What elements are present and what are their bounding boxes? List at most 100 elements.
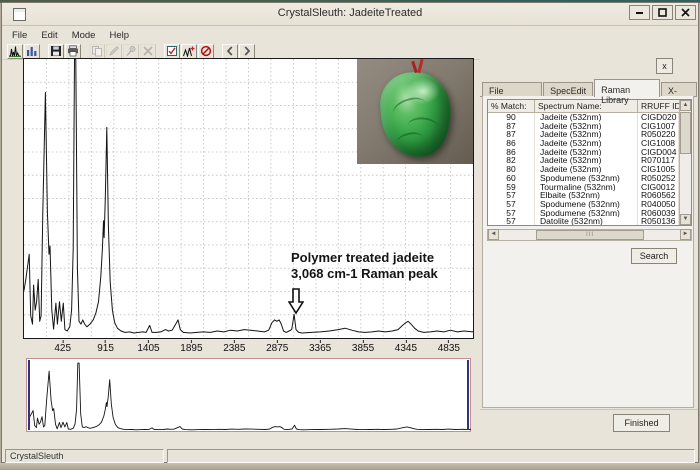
tick-label: 2385 bbox=[223, 343, 245, 354]
jadeite-pendant-photo bbox=[357, 59, 473, 164]
tick-label: 4835 bbox=[438, 343, 460, 354]
copy-icon bbox=[91, 45, 103, 57]
prev-arrow-button[interactable] bbox=[222, 44, 238, 59]
table-row[interactable]: 90Jadeite (532nm)CIGD020 bbox=[488, 113, 679, 122]
scroll-down-button[interactable]: ▼ bbox=[680, 214, 691, 225]
menu-item-edit[interactable]: Edit bbox=[34, 28, 64, 43]
rruff-id: CIG0012 bbox=[638, 183, 679, 192]
bar-chart-button[interactable] bbox=[24, 44, 40, 59]
jade-pendant-shape bbox=[377, 69, 454, 160]
horizontal-scroll-thumb[interactable]: III bbox=[536, 230, 644, 240]
maximize-button[interactable] bbox=[652, 5, 673, 20]
tab-specedit[interactable]: SpecEdit bbox=[543, 82, 593, 97]
maximize-icon bbox=[658, 8, 667, 17]
table-header: % Match:Spectrum Name:RRUFF ID: bbox=[488, 100, 691, 113]
vertical-scrollbar[interactable]: ▲ ▼ bbox=[679, 100, 691, 225]
match-percent: 57 bbox=[488, 209, 535, 218]
horizontal-scrollbar[interactable]: ◄ III ► bbox=[487, 229, 692, 241]
match-percent: 90 bbox=[488, 113, 535, 122]
x-tick-3365: 3365 bbox=[309, 340, 331, 354]
column-header[interactable]: % Match: bbox=[488, 100, 535, 112]
table-row[interactable]: 60Spodumene (532nm)R050252 bbox=[488, 174, 679, 183]
scroll-right-button[interactable]: ► bbox=[680, 229, 691, 240]
overview-spectrum[interactable] bbox=[26, 358, 471, 432]
table-row[interactable]: 57Datolite (532nm)R050136 bbox=[488, 217, 679, 225]
menu-item-mode[interactable]: Mode bbox=[65, 28, 103, 43]
pencil-button bbox=[106, 44, 122, 59]
down-arrow-icon bbox=[288, 288, 304, 315]
spectrum-name: Spodumene (532nm) bbox=[535, 209, 638, 218]
print-button[interactable] bbox=[65, 44, 81, 59]
table-row[interactable]: 87Jadeite (532nm)R050220 bbox=[488, 130, 679, 139]
chart-add-button[interactable] bbox=[181, 44, 197, 59]
x-axis: 42591514051895238528753365385543454835 bbox=[23, 340, 474, 355]
prev-arrow-icon bbox=[224, 45, 236, 57]
match-percent: 57 bbox=[488, 217, 535, 225]
app-window: CrystalSleuth: JadeiteTreated bbox=[1, 2, 699, 463]
main-spectrum-chart[interactable]: Polymer treated jadeite 3,068 cm-1 Raman… bbox=[23, 58, 474, 339]
spectrum-name: Jadeite (532nm) bbox=[535, 122, 638, 131]
match-percent: 60 bbox=[488, 174, 535, 183]
tab-x-ray[interactable]: X-Ray bbox=[661, 82, 697, 97]
x-tick-1405: 1405 bbox=[137, 340, 159, 354]
annotation-line2: 3,068 cm-1 Raman peak bbox=[291, 266, 461, 282]
tick-label: 1405 bbox=[137, 343, 159, 354]
bar-chart-icon bbox=[26, 45, 38, 57]
table-row[interactable]: 82Jadeite (532nm)R070117 bbox=[488, 156, 679, 165]
table-row[interactable]: 80Jadeite (532nm)CIG1005 bbox=[488, 165, 679, 174]
analyze-check-button[interactable] bbox=[164, 44, 180, 59]
finished-button[interactable]: Finished bbox=[613, 414, 670, 432]
status-cell-empty bbox=[167, 449, 695, 463]
table-row[interactable]: 57Spodumene (532nm)R040050 bbox=[488, 200, 679, 209]
minimize-button[interactable] bbox=[629, 5, 650, 20]
table-row[interactable]: 59Tourmaline (532nm)CIG0012 bbox=[488, 183, 679, 192]
column-header[interactable]: RRUFF ID: bbox=[638, 100, 679, 112]
close-button[interactable] bbox=[675, 5, 696, 20]
panel-tabs: File ManagerSpecEditRaman LibraryX-Ray bbox=[482, 79, 698, 97]
tab-file-manager[interactable]: File Manager bbox=[482, 82, 542, 97]
stop-button[interactable] bbox=[198, 44, 214, 59]
window-title: CrystalSleuth: JadeiteTreated bbox=[2, 7, 698, 19]
panel-close-button[interactable]: x bbox=[656, 58, 673, 74]
match-percent: 87 bbox=[488, 130, 535, 139]
range-marker-right[interactable] bbox=[467, 360, 469, 430]
match-percent: 87 bbox=[488, 122, 535, 131]
search-button[interactable]: Search bbox=[631, 248, 677, 264]
pin-icon bbox=[125, 45, 137, 57]
rruff-id: R070117 bbox=[638, 156, 679, 165]
table-row[interactable]: 86Jadeite (532nm)CIG1008 bbox=[488, 139, 679, 148]
minimize-icon bbox=[635, 8, 644, 17]
next-arrow-button[interactable] bbox=[239, 44, 255, 59]
table-body: 90Jadeite (532nm)CIGD02087Jadeite (532nm… bbox=[488, 113, 679, 225]
menu-item-help[interactable]: Help bbox=[102, 28, 136, 43]
tick-label: 3365 bbox=[309, 343, 331, 354]
x-tick-3855: 3855 bbox=[352, 340, 374, 354]
scroll-left-button[interactable]: ◄ bbox=[488, 229, 499, 240]
table-row[interactable]: 57Elbaite (532nm)R060562 bbox=[488, 191, 679, 200]
table-row[interactable]: 86Jadeite (532nm)CIGD004 bbox=[488, 148, 679, 157]
spectrum-name: Tourmaline (532nm) bbox=[535, 183, 638, 192]
desktop-background-bottom bbox=[0, 463, 700, 470]
tick-label: 425 bbox=[54, 343, 71, 354]
vertical-scroll-thumb[interactable] bbox=[680, 112, 691, 154]
delete-x-button bbox=[140, 44, 156, 59]
range-marker-left[interactable] bbox=[28, 360, 30, 430]
spectrum-chart-button[interactable] bbox=[7, 44, 23, 59]
spectrum-name: Jadeite (532nm) bbox=[535, 148, 638, 157]
menu-item-file[interactable]: File bbox=[5, 28, 34, 43]
match-percent: 59 bbox=[488, 183, 535, 192]
x-tick-4345: 4345 bbox=[395, 340, 417, 354]
table-row[interactable]: 57Spodumene (532nm)R060039 bbox=[488, 209, 679, 218]
stop-icon bbox=[200, 45, 212, 57]
save-button[interactable] bbox=[48, 44, 64, 59]
x-tick-2875: 2875 bbox=[266, 340, 288, 354]
copy-button bbox=[89, 44, 105, 59]
spectrum-name: Spodumene (532nm) bbox=[535, 200, 638, 209]
spectrum-name: Jadeite (532nm) bbox=[535, 165, 638, 174]
titlebar[interactable]: CrystalSleuth: JadeiteTreated bbox=[2, 3, 698, 26]
table-row[interactable]: 87Jadeite (532nm)CIG1007 bbox=[488, 122, 679, 131]
spectrum-chart-icon bbox=[9, 45, 21, 57]
panel-footer: Finished bbox=[480, 409, 698, 436]
scroll-up-button[interactable]: ▲ bbox=[680, 100, 691, 111]
tab-raman-library[interactable]: Raman Library bbox=[594, 79, 660, 97]
